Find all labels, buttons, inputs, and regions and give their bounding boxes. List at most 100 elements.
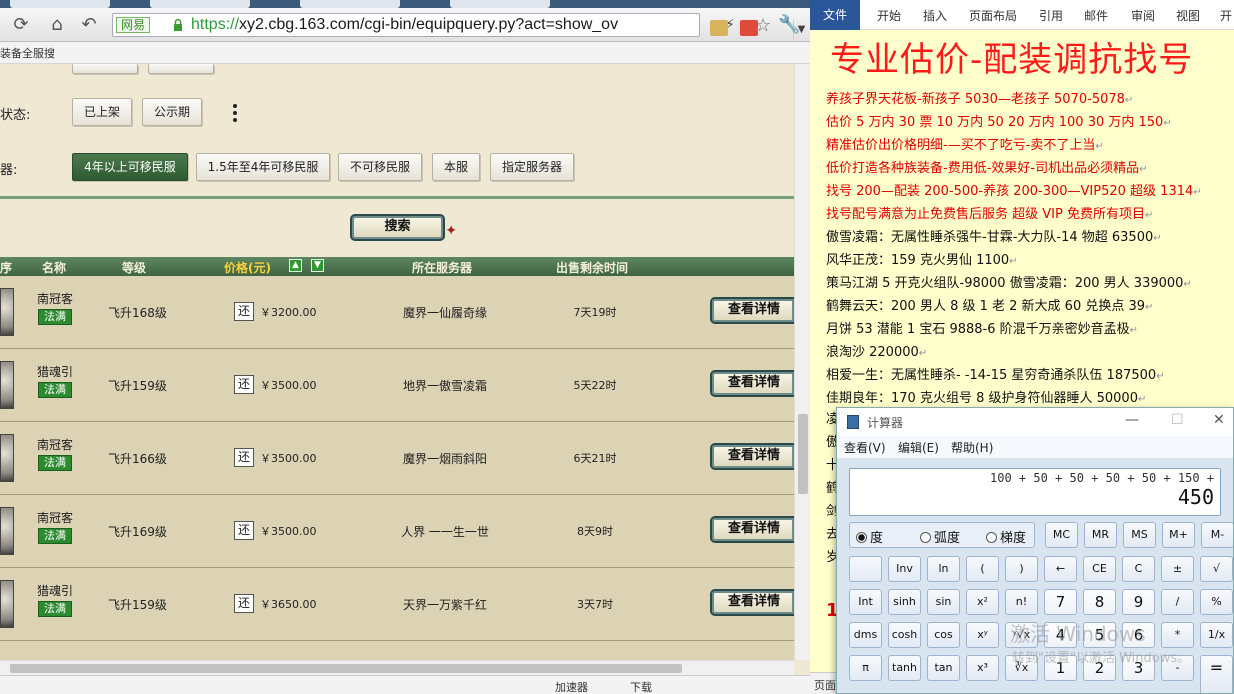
tab-home[interactable]: 开始	[877, 7, 901, 24]
browser-tab[interactable]	[300, 0, 400, 8]
tanh-button[interactable]: tanh	[888, 655, 921, 681]
view-details-button[interactable]: 查看详情	[710, 516, 794, 543]
close-paren-button[interactable]: )	[1005, 556, 1038, 582]
accelerator-label[interactable]: 加速器	[555, 679, 588, 694]
pi-button[interactable]: π	[849, 655, 882, 681]
tab-references[interactable]: 引用	[1039, 7, 1063, 24]
character-name[interactable]: 猎魂引	[37, 582, 73, 599]
angle-grads-radio[interactable]: 梯度	[986, 527, 1026, 546]
server-filter-this-button[interactable]: 本服	[432, 153, 480, 181]
character-name[interactable]: 南冠客	[37, 509, 73, 526]
ln-button[interactable]: ln	[927, 556, 960, 582]
equals-button[interactable]: =	[1200, 655, 1233, 693]
browser-tab[interactable]	[450, 0, 550, 8]
tab-review[interactable]: 审阅	[1131, 7, 1155, 24]
minimize-icon[interactable]: —	[1125, 412, 1139, 428]
tab-view[interactable]: 视图	[1176, 7, 1200, 24]
int-button[interactable]: Int	[849, 589, 882, 615]
server-filter-specific-button[interactable]: 指定服务器	[490, 153, 574, 181]
negate-button[interactable]: ±	[1161, 556, 1194, 582]
bargain-icon[interactable]: 还	[234, 521, 254, 540]
character-name[interactable]: 猎魂引	[37, 363, 73, 380]
character-avatar[interactable]	[0, 434, 14, 482]
clear-entry-button[interactable]: CE	[1083, 556, 1116, 582]
clear-button[interactable]: C	[1122, 556, 1155, 582]
character-name[interactable]: 南冠客	[37, 290, 73, 307]
server-filter-1-5yr-button[interactable]: 1.5年至4年可移民服	[196, 153, 330, 181]
digit-9-button[interactable]: 9	[1122, 589, 1155, 615]
cos-button[interactable]: cos	[927, 622, 960, 648]
tab-dev[interactable]: 开	[1220, 7, 1232, 24]
dms-button[interactable]: dms	[849, 622, 882, 648]
character-avatar[interactable]	[0, 580, 14, 628]
close-icon[interactable]: ✕	[1213, 412, 1225, 428]
tab-mailings[interactable]: 邮件	[1084, 7, 1108, 24]
memory-recall-button[interactable]: MR	[1084, 522, 1117, 548]
reciprocal-button[interactable]: 1/x	[1200, 622, 1233, 648]
memory-subtract-button[interactable]: M-	[1201, 522, 1233, 548]
horizontal-scrollbar[interactable]	[0, 660, 794, 675]
more-options-icon[interactable]	[233, 104, 237, 124]
server-filter-4yr-button[interactable]: 4年以上可移民服	[72, 153, 188, 181]
view-details-button[interactable]: 查看详情	[710, 370, 794, 397]
game-controller-icon[interactable]	[740, 20, 758, 36]
inverse-button[interactable]: Inv	[888, 556, 921, 582]
status-public-button[interactable]: 公示期	[142, 98, 202, 126]
certificate-badge[interactable]: 网易	[116, 17, 151, 33]
wrench-icon[interactable]: 🔧	[778, 14, 800, 36]
status-listed-button[interactable]: 已上架	[72, 98, 132, 126]
angle-degrees-radio[interactable]: 度	[856, 527, 883, 546]
scroll-thumb[interactable]	[10, 664, 682, 673]
tan-button[interactable]: tan	[927, 655, 960, 681]
address-bar[interactable]: 网易 https://xy2.cbg.163.com/cgi-bin/equip…	[112, 13, 805, 40]
browser-tab[interactable]	[10, 0, 110, 8]
digit-7-button[interactable]: 7	[1044, 589, 1077, 615]
factorial-button[interactable]: n!	[1005, 589, 1038, 615]
divide-button[interactable]: /	[1161, 589, 1194, 615]
menu-help[interactable]: 帮助(H)	[951, 439, 993, 456]
refresh-icon[interactable]: ⟳	[10, 14, 32, 36]
sin-button[interactable]: sin	[927, 589, 960, 615]
character-name[interactable]: 南冠客	[37, 436, 73, 453]
tab-insert[interactable]: 插入	[923, 7, 947, 24]
memory-add-button[interactable]: M+	[1162, 522, 1195, 548]
cosh-button[interactable]: cosh	[888, 622, 921, 648]
header-price[interactable]: 价格(元)	[224, 259, 271, 276]
digit-8-button[interactable]: 8	[1083, 589, 1116, 615]
bargain-icon[interactable]: 还	[234, 375, 254, 394]
sqrt-button[interactable]: √	[1200, 556, 1233, 582]
undo-close-icon[interactable]: ↶	[78, 14, 100, 36]
url-text[interactable]: https://xy2.cbg.163.com/cgi-bin/equipque…	[191, 16, 618, 34]
bargain-icon[interactable]: 还	[234, 594, 254, 613]
download-label[interactable]: 下载	[630, 679, 652, 694]
bookmark-item[interactable]: 装备全服搜	[0, 45, 55, 61]
backspace-button[interactable]: ←	[1044, 556, 1077, 582]
view-details-button[interactable]: 查看详情	[710, 589, 794, 616]
percent-button[interactable]: %	[1200, 589, 1233, 615]
character-avatar[interactable]	[0, 507, 14, 555]
character-avatar[interactable]	[0, 288, 14, 336]
vertical-scrollbar[interactable]	[794, 64, 810, 660]
view-details-button[interactable]: 查看详情	[710, 297, 794, 324]
square-button[interactable]: x²	[966, 589, 999, 615]
sort-descending-icon[interactable]: ▼	[311, 259, 324, 272]
blank-button[interactable]	[849, 556, 882, 582]
scroll-thumb[interactable]	[798, 414, 808, 494]
view-details-button[interactable]: 查看详情	[710, 443, 794, 470]
angle-radians-radio[interactable]: 弧度	[920, 527, 960, 546]
search-button[interactable]: 搜索 ✦	[350, 214, 457, 241]
open-paren-button[interactable]: (	[966, 556, 999, 582]
filter-button[interactable]	[148, 64, 214, 74]
tab-layout[interactable]: 页面布局	[969, 7, 1017, 24]
memory-clear-button[interactable]: MC	[1045, 522, 1078, 548]
bargain-icon[interactable]: 还	[234, 302, 254, 321]
cube-button[interactable]: x³	[966, 655, 999, 681]
sinh-button[interactable]: sinh	[888, 589, 921, 615]
server-filter-nomigrate-button[interactable]: 不可移民服	[338, 153, 422, 181]
power-button[interactable]: xʸ	[966, 622, 999, 648]
home-icon[interactable]: ⌂	[46, 14, 68, 36]
filter-button[interactable]	[72, 64, 138, 74]
bookmark-folder-icon[interactable]	[710, 20, 728, 36]
sort-ascending-icon[interactable]: ▲	[289, 259, 302, 272]
menu-edit[interactable]: 编辑(E)	[898, 439, 939, 456]
